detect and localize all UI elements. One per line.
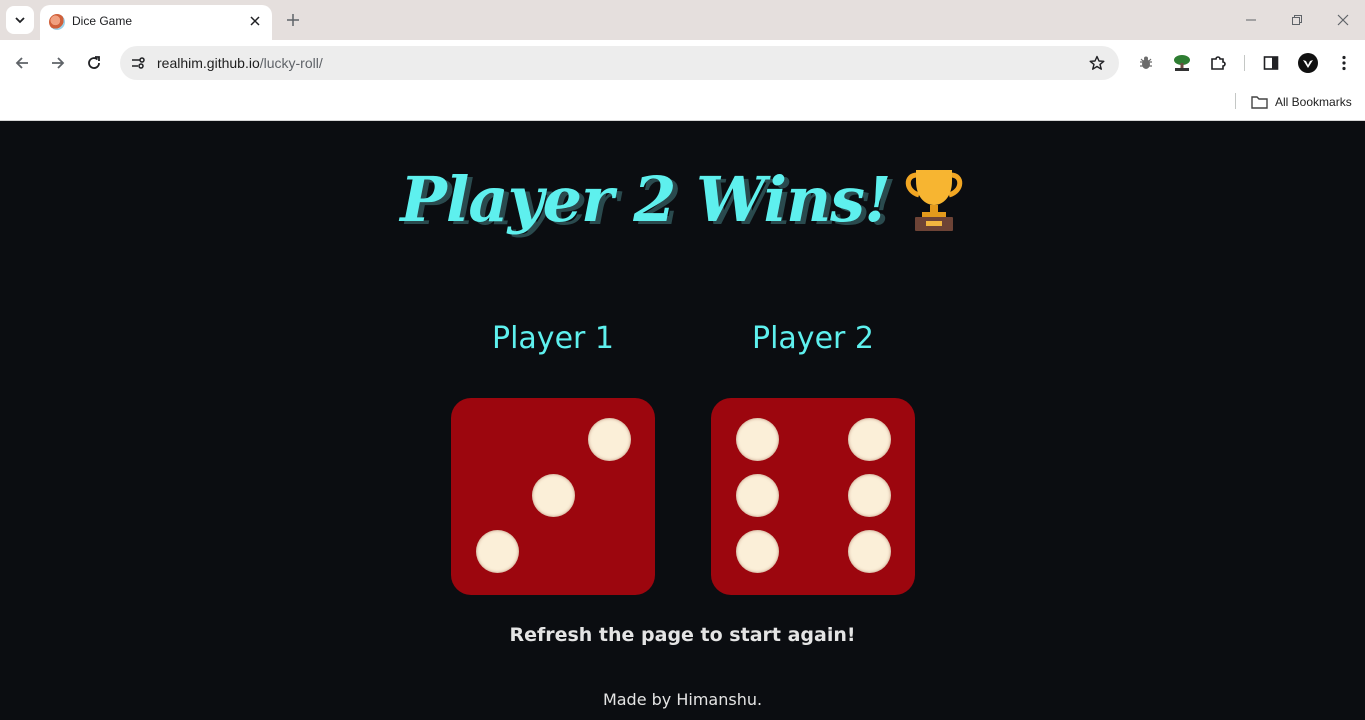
back-button[interactable] [8, 49, 36, 77]
die-pip [736, 530, 779, 573]
winner-text: Player 2 Wins! [400, 163, 891, 236]
player-1-label: Player 1 [492, 321, 614, 356]
die-pip [848, 530, 891, 573]
all-bookmarks-label: All Bookmarks [1275, 95, 1352, 109]
address-bar[interactable]: realhim.github.io/lucky-roll/ [120, 46, 1119, 80]
folder-icon [1251, 96, 1268, 109]
dice-favicon-icon [49, 14, 65, 30]
tree-extension-icon [1174, 55, 1190, 71]
puzzle-icon [1211, 56, 1226, 70]
more-menu-icon [1342, 55, 1346, 71]
browser-toolbar: realhim.github.io/lucky-roll/ [0, 40, 1365, 86]
bookmark-star-button[interactable] [1087, 53, 1107, 73]
all-bookmarks-button[interactable]: All Bookmarks [1251, 91, 1352, 113]
player-2-label: Player 2 [752, 321, 874, 356]
reload-icon [88, 56, 100, 69]
tab-strip: Dice Game [0, 0, 1365, 40]
tab-list-icon [15, 17, 25, 24]
close-window-button[interactable] [1331, 8, 1355, 32]
die-pip [532, 474, 575, 517]
reload-button[interactable] [80, 49, 108, 77]
close-icon [250, 16, 260, 26]
site-info-button[interactable] [128, 53, 148, 73]
close-icon [1337, 14, 1349, 26]
extensions-button[interactable] [1206, 51, 1230, 75]
side-panel-icon [1263, 56, 1279, 70]
minimize-button[interactable] [1239, 8, 1263, 32]
footer-credit: Made by Himanshu. [602, 690, 763, 709]
winner-heading: Player 2 Wins! [0, 163, 1365, 236]
die-pip [848, 474, 891, 517]
tab-close-button[interactable] [246, 12, 264, 30]
forward-button[interactable] [44, 49, 72, 77]
die-pip [736, 418, 779, 461]
minimize-icon [1246, 19, 1256, 21]
die-pip [476, 530, 519, 573]
star-icon [1089, 55, 1105, 70]
tab-list-button[interactable] [6, 6, 34, 34]
toolbar-separator [1244, 55, 1245, 71]
more-menu-button[interactable] [1332, 51, 1356, 75]
back-icon [15, 57, 28, 69]
bug-extension-button[interactable] [1134, 51, 1158, 75]
trophy-icon [905, 169, 962, 231]
profile-icon [1298, 53, 1318, 73]
new-tab-button[interactable] [281, 8, 305, 32]
die-pip [588, 418, 631, 461]
site-info-icon [132, 57, 145, 69]
url-path: /lucky-roll/ [259, 55, 323, 71]
restore-icon [1292, 15, 1302, 25]
forward-icon [52, 57, 65, 69]
tab-title: Dice Game [72, 14, 133, 28]
url-host: realhim.github.io [157, 55, 260, 71]
tree-extension-button[interactable] [1170, 51, 1194, 75]
bookmarks-bar: All Bookmarks [0, 86, 1365, 121]
player-2-die [711, 398, 915, 595]
bug-extension-icon [1140, 56, 1152, 69]
die-pip [736, 474, 779, 517]
restore-button[interactable] [1285, 8, 1309, 32]
refresh-instruction: Refresh the page to start again! [509, 624, 856, 646]
player-1-die [451, 398, 655, 595]
url-text: realhim.github.io/lucky-roll/ [157, 55, 323, 71]
die-pip [848, 418, 891, 461]
game-page: Player 2 Wins! Player 1 Player 2 Refresh… [0, 121, 1365, 720]
plus-icon [287, 14, 299, 26]
bookmarks-separator [1235, 93, 1236, 109]
side-panel-button[interactable] [1259, 51, 1283, 75]
active-tab[interactable]: Dice Game [40, 5, 272, 40]
profile-button[interactable] [1296, 51, 1320, 75]
